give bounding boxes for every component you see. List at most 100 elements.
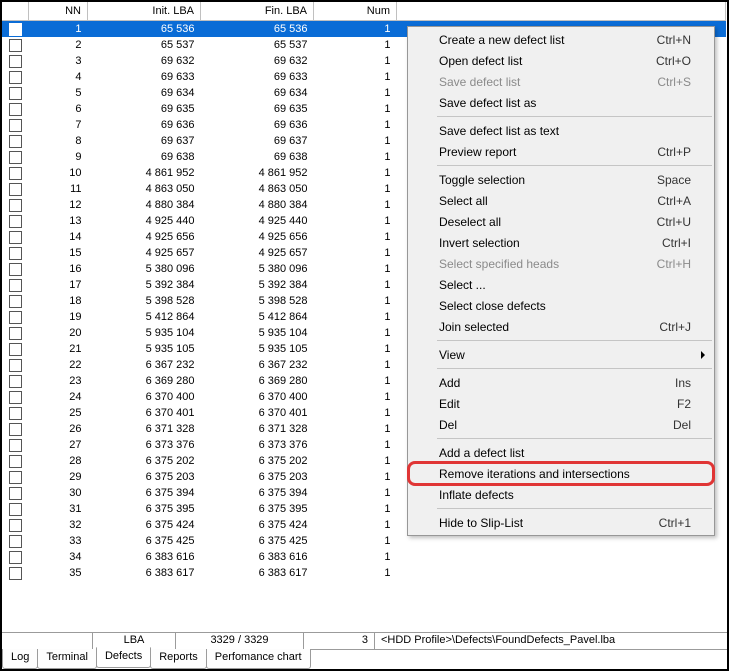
row-checkbox[interactable]: [9, 567, 22, 580]
context-menu[interactable]: Create a new defect listCtrl+NOpen defec…: [407, 26, 715, 536]
row-checkbox[interactable]: [9, 375, 22, 388]
menu-separator: [437, 438, 712, 439]
menu-item[interactable]: Preview reportCtrl+P: [409, 141, 713, 162]
menu-item[interactable]: View: [409, 344, 713, 365]
row-checkbox[interactable]: [9, 167, 22, 180]
menu-item-label: Open defect list: [439, 54, 656, 68]
cell-fin: 6 369 280: [201, 373, 314, 389]
row-checkbox[interactable]: [9, 247, 22, 260]
menu-item[interactable]: Save defect list as: [409, 92, 713, 113]
cell-num: 1: [314, 341, 397, 357]
col-fin[interactable]: Fin. LBA: [201, 2, 314, 21]
menu-item[interactable]: Toggle selectionSpace: [409, 169, 713, 190]
menu-item[interactable]: Select allCtrl+A: [409, 190, 713, 211]
menu-item-shortcut: Ctrl+A: [657, 194, 691, 208]
menu-item[interactable]: Select ...: [409, 274, 713, 295]
menu-item[interactable]: AddIns: [409, 372, 713, 393]
menu-item[interactable]: Hide to Slip-ListCtrl+1: [409, 512, 713, 533]
row-checkbox[interactable]: [9, 407, 22, 420]
tab[interactable]: Reports: [150, 649, 207, 669]
menu-item[interactable]: Open defect listCtrl+O: [409, 50, 713, 71]
menu-item[interactable]: EditF2: [409, 393, 713, 414]
row-checkbox[interactable]: [9, 87, 22, 100]
cell-num: 1: [314, 133, 397, 149]
row-checkbox[interactable]: [9, 439, 22, 452]
row-checkbox[interactable]: [9, 471, 22, 484]
cell-num: 1: [314, 21, 397, 38]
menu-item[interactable]: Select close defects: [409, 295, 713, 316]
row-checkbox[interactable]: [9, 503, 22, 516]
row-checkbox[interactable]: [9, 311, 22, 324]
cell-fin: 5 398 528: [201, 293, 314, 309]
cell-nn: 18: [29, 293, 88, 309]
menu-item-label: Del: [439, 418, 673, 432]
menu-item-shortcut: Ctrl+N: [657, 33, 691, 47]
row-checkbox[interactable]: [9, 327, 22, 340]
row-checkbox[interactable]: [9, 295, 22, 308]
row-checkbox[interactable]: [9, 263, 22, 276]
menu-item[interactable]: Deselect allCtrl+U: [409, 211, 713, 232]
row-checkbox[interactable]: [9, 487, 22, 500]
menu-item[interactable]: Create a new defect listCtrl+N: [409, 29, 713, 50]
menu-item-label: Hide to Slip-List: [439, 516, 659, 530]
row-checkbox[interactable]: [9, 279, 22, 292]
menu-item-shortcut: Ctrl+U: [657, 215, 691, 229]
cell-fin: 6 371 328: [201, 421, 314, 437]
tab[interactable]: Defects: [96, 647, 151, 668]
row-checkbox[interactable]: [9, 551, 22, 564]
row-checkbox[interactable]: [9, 215, 22, 228]
row-checkbox[interactable]: [9, 231, 22, 244]
cell-num: 1: [314, 437, 397, 453]
cell-fin: 5 392 384: [201, 277, 314, 293]
cell-nn: 29: [29, 469, 88, 485]
menu-item[interactable]: Join selectedCtrl+J: [409, 316, 713, 337]
row-checkbox[interactable]: [9, 71, 22, 84]
row-checkbox[interactable]: [9, 183, 22, 196]
tab[interactable]: Perfomance chart: [206, 649, 311, 669]
menu-item[interactable]: Invert selectionCtrl+I: [409, 232, 713, 253]
cell-init: 6 375 425: [88, 533, 201, 549]
menu-item-shortcut: Space: [657, 173, 691, 187]
row-checkbox[interactable]: [9, 135, 22, 148]
menu-item[interactable]: Remove iterations and intersections: [409, 463, 713, 484]
row-checkbox[interactable]: [9, 455, 22, 468]
row-checkbox[interactable]: [9, 391, 22, 404]
cell-init: 65 537: [88, 37, 201, 53]
col-nn[interactable]: NN: [29, 2, 88, 21]
row-checkbox[interactable]: [9, 423, 22, 436]
cell-nn: 10: [29, 165, 88, 181]
menu-item[interactable]: Save defect list as text: [409, 120, 713, 141]
col-init[interactable]: Init. LBA: [88, 2, 201, 21]
row-checkbox[interactable]: [9, 519, 22, 532]
table-row[interactable]: 346 383 6166 383 6161: [2, 549, 726, 565]
cell-init: 6 367 232: [88, 357, 201, 373]
row-checkbox[interactable]: [9, 343, 22, 356]
menu-item-label: View: [439, 348, 691, 362]
row-checkbox[interactable]: [9, 119, 22, 132]
menu-item[interactable]: Add a defect list: [409, 442, 713, 463]
menu-item[interactable]: Inflate defects: [409, 484, 713, 505]
menu-separator: [437, 165, 712, 166]
row-checkbox[interactable]: [9, 199, 22, 212]
cell-init: 69 632: [88, 53, 201, 69]
row-checkbox[interactable]: [9, 103, 22, 116]
col-checkbox[interactable]: [2, 2, 29, 21]
row-checkbox[interactable]: [9, 151, 22, 164]
row-checkbox[interactable]: [9, 39, 22, 52]
tab[interactable]: Terminal: [37, 649, 97, 669]
menu-item[interactable]: DelDel: [409, 414, 713, 435]
tab[interactable]: Log: [2, 649, 38, 669]
row-checkbox[interactable]: [9, 535, 22, 548]
cell-num: 1: [314, 85, 397, 101]
cell-init: 6 370 400: [88, 389, 201, 405]
row-checkbox[interactable]: [9, 23, 22, 36]
cell-init: 69 636: [88, 117, 201, 133]
cell-num: 1: [314, 69, 397, 85]
cell-num: 1: [314, 37, 397, 53]
row-checkbox[interactable]: [9, 359, 22, 372]
row-checkbox[interactable]: [9, 55, 22, 68]
cell-fin: 6 375 425: [201, 533, 314, 549]
col-num[interactable]: Num: [314, 2, 397, 21]
cell-nn: 25: [29, 405, 88, 421]
table-row[interactable]: 356 383 6176 383 6171: [2, 565, 726, 581]
